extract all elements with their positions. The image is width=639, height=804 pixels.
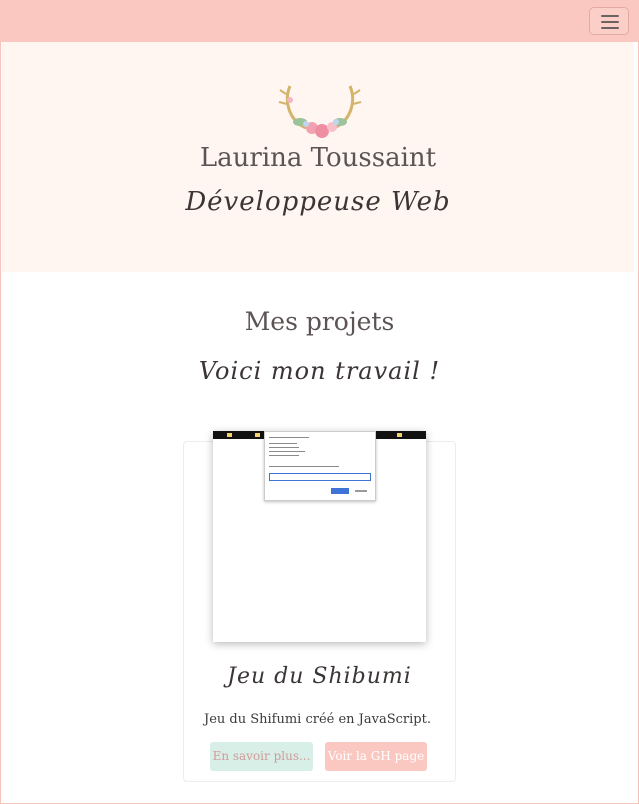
prompt-dialog: [264, 431, 376, 501]
hero-section: Laurina Toussaint Développeuse Web: [2, 42, 634, 272]
project-screenshot[interactable]: [213, 431, 426, 642]
menu-toggle-button[interactable]: [589, 7, 629, 35]
floral-antlers-logo: [278, 85, 362, 138]
hero-role: Développeuse Web: [185, 187, 451, 217]
navbar: [0, 0, 639, 42]
hero-name: Laurina Toussaint: [199, 143, 437, 173]
gh-page-button[interactable]: Voir la GH page: [325, 742, 427, 771]
hamburger-menu-icon: [601, 15, 619, 17]
projects-subtitle: Voici mon travail !: [198, 357, 441, 385]
learn-more-button[interactable]: En savoir plus...: [210, 742, 313, 771]
card-description: Jeu du Shifumi créé en JavaScript.: [204, 712, 431, 727]
card-title: Jeu du Shibumi: [227, 664, 412, 689]
projects-title: Mes projets: [244, 307, 395, 336]
